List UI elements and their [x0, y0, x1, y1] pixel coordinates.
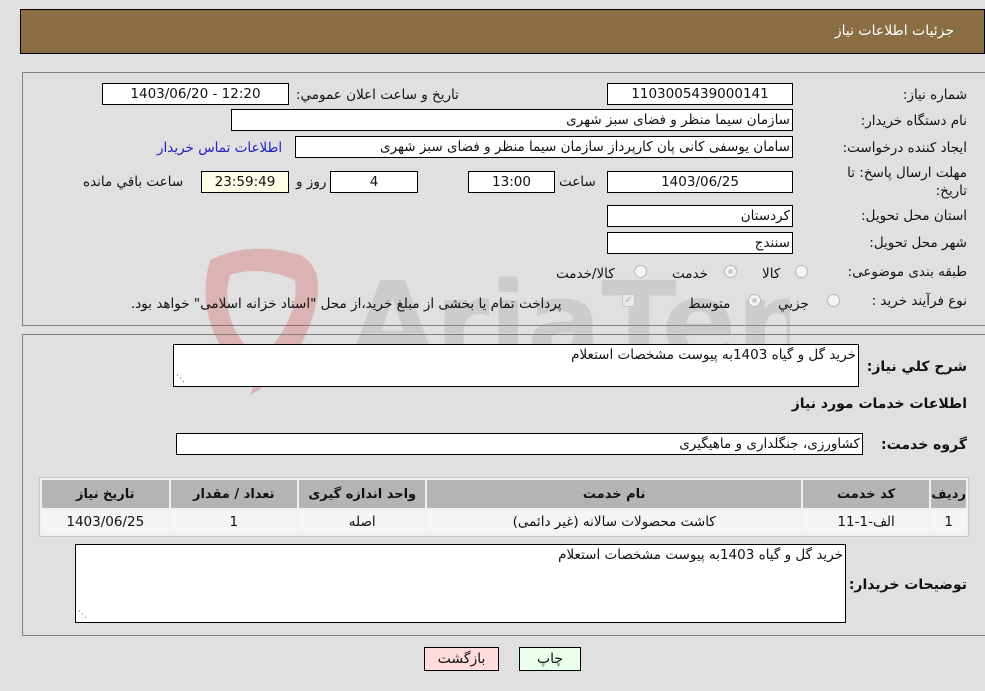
- cell-row-number: 1: [931, 510, 966, 534]
- col-header-need-date: تاریخ نیاز: [42, 480, 169, 508]
- page-header: جزئیات اطلاعات نیاز: [20, 9, 985, 54]
- cell-service-name: کاشت محصولات سالانه (غیر دائمی): [427, 510, 801, 534]
- resize-grip-icon[interactable]: ⋰: [77, 610, 87, 620]
- deadline-time-field: 13:00: [468, 171, 555, 193]
- col-header-service-code: کد خدمت: [802, 480, 930, 508]
- col-header-row-number: ردیف: [931, 480, 966, 508]
- resize-grip-icon[interactable]: ⋰: [175, 374, 185, 384]
- process-option-medium: متوسط: [688, 296, 731, 312]
- buyer-notes-label: توضیحات خریدار:: [848, 577, 967, 593]
- col-header-unit: واحد اندازه گیری: [299, 480, 426, 508]
- countdown-timer: 23:59:49: [201, 171, 289, 193]
- check-icon: ✓: [624, 295, 633, 306]
- announce-datetime-field: 1403/06/20 - 12:20: [102, 83, 289, 105]
- deadline-date-field: 1403/06/25: [607, 171, 793, 193]
- buyer-org-field: سازمان سیما منظر و فضای سبز شهری: [231, 109, 793, 131]
- category-radio-goods[interactable]: [795, 265, 808, 278]
- process-radio-medium[interactable]: [748, 294, 761, 307]
- cell-service-code: الف-1-11: [802, 510, 930, 534]
- province-field: کردستان: [607, 205, 793, 227]
- process-radio-minor[interactable]: [827, 294, 840, 307]
- deadline-label: مهلت ارسال پاسخ: تا: [847, 165, 967, 181]
- summary-textarea[interactable]: خرید گل و گیاه 1403به پیوست مشخصات استعل…: [173, 344, 859, 387]
- services-heading: اطلاعات خدمات مورد نیاز: [791, 396, 967, 412]
- buyer-contact-link[interactable]: اطلاعات تماس خریدار: [157, 140, 282, 156]
- announce-datetime-label: تاریخ و ساعت اعلان عمومي:: [296, 87, 459, 103]
- buyer-notes-textarea[interactable]: خرید گل و گیاه 1403به پیوست مشخصات استعل…: [75, 544, 846, 623]
- creator-label: ایجاد کننده درخواست:: [842, 140, 967, 156]
- creator-field: سامان یوسفی کانی پان کارپرداز سازمان سیم…: [295, 136, 793, 158]
- category-radio-service[interactable]: [724, 265, 737, 278]
- services-table: ردیف کد خدمت نام خدمت واحد اندازه گیری ت…: [39, 477, 969, 537]
- cell-quantity: 1: [170, 510, 297, 534]
- purchase-process-label: نوع فرآیند خرید :: [871, 293, 967, 309]
- table-row: 1 الف-1-11 کاشت محصولات سالانه (غیر دائم…: [42, 510, 966, 534]
- treasury-payment-checkbox[interactable]: ✓: [622, 294, 635, 307]
- category-radio-goods-service[interactable]: [634, 265, 647, 278]
- days-remaining-field: 4: [330, 171, 418, 193]
- cell-unit: اصله: [299, 510, 426, 534]
- city-label: شهر محل تحویل:: [869, 235, 967, 251]
- remaining-label: ساعت باقي مانده: [83, 174, 184, 190]
- print-button[interactable]: چاپ: [519, 647, 581, 671]
- need-number-field: 1103005439000141: [607, 83, 793, 105]
- category-option-goods-service: کالا/خدمت: [556, 266, 615, 282]
- cell-need-date: 1403/06/25: [42, 510, 169, 534]
- back-button[interactable]: بازگشت: [424, 647, 499, 671]
- treasury-payment-note: پرداخت تمام یا بخشی از مبلغ خرید،از محل …: [131, 296, 562, 312]
- buyer-org-label: نام دستگاه خریدار:: [860, 113, 967, 129]
- summary-label: شرح کلي نیاز:: [866, 359, 967, 375]
- table-header-row: ردیف کد خدمت نام خدمت واحد اندازه گیری ت…: [42, 480, 966, 508]
- deadline-time-label: ساعت: [559, 174, 596, 190]
- col-header-quantity: تعداد / مقدار: [170, 480, 297, 508]
- service-group-field: کشاورزی، جنگلداری و ماهیگیری: [176, 433, 863, 455]
- deadline-label-line2: تاریخ:: [935, 183, 967, 199]
- service-group-label: گروه خدمت:: [881, 437, 967, 453]
- days-label: روز و: [296, 174, 327, 190]
- category-option-service: خدمت: [672, 266, 708, 282]
- category-label: طبقه بندی موضوعی:: [847, 264, 967, 280]
- province-label: استان محل تحویل:: [861, 208, 967, 224]
- col-header-service-name: نام خدمت: [427, 480, 801, 508]
- need-number-label: شماره نیاز:: [902, 87, 967, 103]
- category-option-goods: کالا: [762, 266, 781, 282]
- process-option-minor: جزیي: [778, 296, 809, 312]
- page-title: جزئیات اطلاعات نیاز: [834, 23, 954, 39]
- city-field: سنندج: [607, 232, 793, 254]
